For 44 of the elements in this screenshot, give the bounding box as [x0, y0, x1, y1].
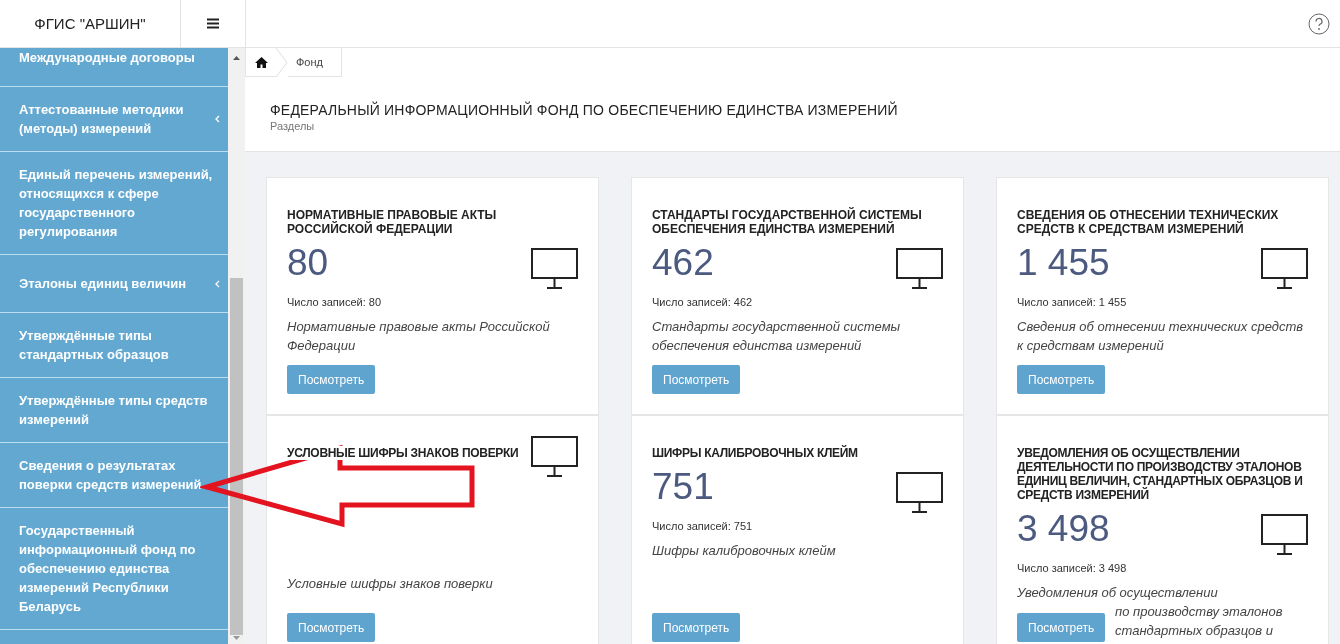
card-description: Условные шифры знаков поверки — [287, 575, 494, 593]
record-count: 751 — [652, 465, 714, 509]
view-button[interactable]: Посмотреть — [1017, 613, 1106, 642]
records-label: Число записей: 80 — [287, 296, 383, 308]
records-label: Число записей: 3 498 — [1017, 562, 1128, 574]
card-title: СТАНДАРТЫ ГОСУДАРСТВЕННОЙ СИСТЕМЫ ОБЕСПЕЧЕНИЯ ЕДИНСТВА ИЗМЕРЕНИЙ — [652, 208, 923, 236]
card-title: УСЛОВНЫЕ ШИФРЫ ЗНАКОВ ПОВЕРКИ — [287, 446, 519, 460]
view-button[interactable]: Посмотреть — [652, 365, 741, 394]
chevron-icon — [215, 279, 220, 288]
records-label: Число записей: 751 — [652, 520, 754, 532]
card-title: НОРМАТИВНЫЕ ПРАВОВЫЕ АКТЫ РОССИЙСКОЙ ФЕДЕРАЦИИ — [287, 208, 498, 236]
monitor-icon — [1261, 248, 1308, 290]
card-title: ШИФРЫ КАЛИБРОВОЧНЫХ КЛЕЙМ — [652, 446, 858, 460]
card-description: Стандарты государственной системы обеспечения единства измерений — [652, 318, 902, 355]
monitor-icon — [531, 436, 578, 478]
view-button[interactable]: Посмотреть — [287, 365, 376, 394]
card-description: Шифры калибровочных клейм — [652, 542, 837, 560]
record-count: 1 455 — [1017, 241, 1110, 285]
card-description: по производству эталонов — [1115, 603, 1284, 621]
record-count: 462 — [652, 241, 714, 285]
card-description: Нормативные правовые акты Российской Федерации — [287, 318, 551, 355]
help-icon[interactable] — [1308, 12, 1330, 35]
page-subtitle: Разделы — [270, 120, 316, 132]
page-title: ФЕДЕРАЛЬНЫЙ ИНФОРМАЦИОННЫЙ ФОНД ПО ОБЕСПЕЧЕНИЮ ЕДИНСТВА ИЗМЕРЕНИЙ — [270, 102, 899, 118]
record-count: 3 498 — [1017, 507, 1110, 551]
card-description: Уведомления об осуществлении — [1017, 584, 1219, 602]
record-count: 80 — [287, 241, 329, 285]
view-button[interactable]: Посмотреть — [652, 613, 741, 642]
monitor-icon — [531, 248, 578, 290]
card-description: Сведения об отнесении технических средств к средствам измерений — [1017, 318, 1304, 355]
view-button[interactable]: Посмотреть — [1017, 365, 1106, 394]
view-button[interactable]: Посмотреть — [287, 613, 376, 642]
app-brand: ФГИС "АРШИН" — [33, 14, 147, 34]
home-icon — [254, 56, 268, 68]
card-title: СВЕДЕНИЯ ОБ ОТНЕСЕНИИ ТЕХНИЧЕСКИХ СРЕДСТВ К СРЕДСТВАМ ИЗМЕРЕНИЙ — [1017, 208, 1280, 236]
records-label: Число записей: 462 — [652, 296, 754, 308]
monitor-icon — [896, 248, 943, 290]
monitor-icon — [1261, 514, 1308, 556]
records-label: Число записей: 1 455 — [1017, 296, 1128, 308]
home-button[interactable] — [245, 48, 276, 77]
card-description: стандартных образцов и — [1115, 622, 1274, 640]
chevron-icon — [215, 115, 220, 123]
monitor-icon — [896, 472, 943, 514]
menu-icon[interactable] — [207, 18, 219, 29]
